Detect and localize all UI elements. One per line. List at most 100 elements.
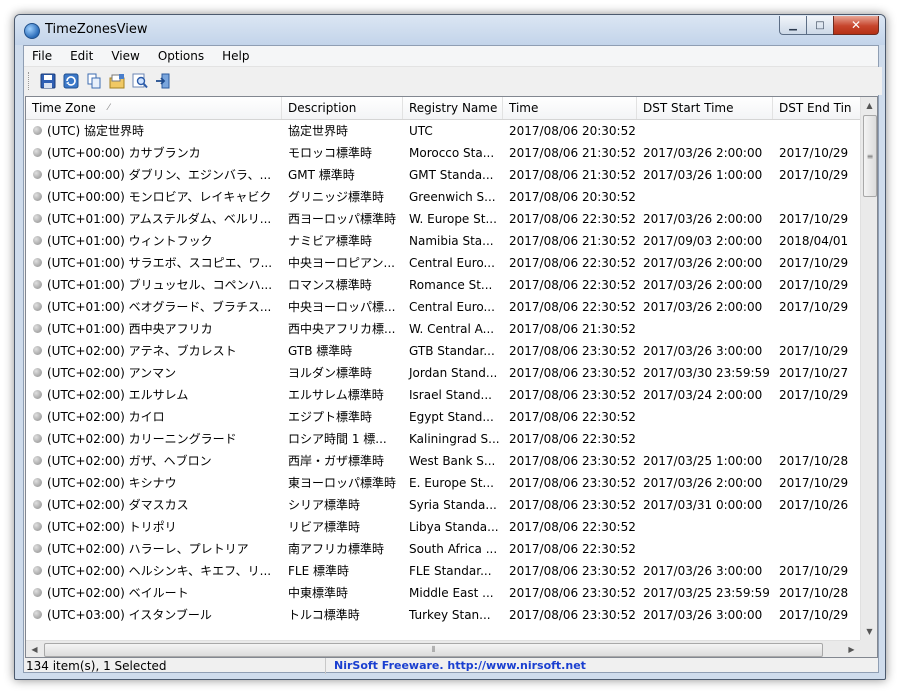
column-label: Time Zone <box>32 101 96 115</box>
cell-time: 2017/08/06 23:30:52 <box>509 498 636 512</box>
menu-help[interactable]: Help <box>213 46 258 66</box>
table-row[interactable]: (UTC+01:00) ブリュッセル、コペンハ... ロマンス標準時 Romance… <box>26 274 860 296</box>
menu-view[interactable]: View <box>102 46 148 66</box>
cell-text: (UTC+02:00) エルサレム <box>47 388 189 402</box>
maximize-button[interactable]: □ <box>806 16 833 35</box>
cell-description: 南アフリカ標準時 <box>288 542 385 556</box>
cell-time: 2017/08/06 23:30:52 <box>509 366 636 380</box>
cell-dst-start: 2017/03/24 2:00:00 <box>643 388 763 402</box>
timezone-dot-icon <box>33 324 42 333</box>
cell-registry-name: E. Europe St... <box>409 476 494 490</box>
table-row[interactable]: (UTC+02:00) エルサレム エルサレム標準時 Israel Stand...… <box>26 384 860 406</box>
vertical-scroll-thumb[interactable]: ≡ <box>863 115 877 197</box>
timezone-dot-icon <box>33 346 42 355</box>
table-row[interactable]: (UTC+01:00) ウィントフック ナミビア標準時 Namibia Sta...… <box>26 230 860 252</box>
status-item-count: 134 item(s), 1 Selected <box>26 659 167 673</box>
cell-time-zone: (UTC+00:00) ダブリン、エジンバラ、... <box>26 164 282 186</box>
table-row[interactable]: (UTC+02:00) ダマスカス シリア標準時 Syria Standa... 20… <box>26 494 860 516</box>
table-row[interactable]: (UTC+00:00) ダブリン、エジンバラ、... GMT 標準時 GMT Sta… <box>26 164 860 186</box>
cell-dst-start <box>637 406 773 428</box>
column-header-registry-name[interactable]: Registry Name <box>403 97 503 119</box>
table-row[interactable]: (UTC+01:00) アムステルダム、ベルリ... 西ヨーロッパ標準時 W. Eu… <box>26 208 860 230</box>
timezone-dot-icon <box>33 170 42 179</box>
table-row[interactable]: (UTC+02:00) カリーニングラード ロシア時間 1 標... Kalinin… <box>26 428 860 450</box>
properties-button[interactable] <box>107 71 127 91</box>
close-button[interactable]: ✕ <box>833 16 879 35</box>
cell-time: 2017/08/06 23:30:52 <box>509 454 636 468</box>
table-row[interactable]: (UTC+02:00) カイロ エジプト標準時 Egypt Stand... 2017… <box>26 406 860 428</box>
table-row[interactable]: (UTC+03:00) イスタンブール トルコ標準時 Turkey Stan... 2… <box>26 604 860 626</box>
menu-options[interactable]: Options <box>149 46 213 66</box>
scroll-down-arrow-icon[interactable]: ▼ <box>861 623 877 640</box>
table-row[interactable]: (UTC+00:00) カサブランカ モロッコ標準時 Morocco Sta... 2… <box>26 142 860 164</box>
column-header-dst-end[interactable]: DST End Tin <box>773 97 860 119</box>
cell-registry-name: GMT Standa... <box>409 168 494 182</box>
cell-dst-end: 2017/10/29 <box>779 278 849 292</box>
minimize-button[interactable]: ▁ <box>779 16 806 35</box>
timezone-list[interactable]: Time Zone ⁄ Description Registry Name Ti… <box>25 96 878 658</box>
refresh-button[interactable] <box>61 71 81 91</box>
table-row[interactable]: (UTC+02:00) ハラーレ、プレトリア 南アフリカ標準時 South Afri… <box>26 538 860 560</box>
cell-description: エジプト標準時 <box>288 410 373 424</box>
column-header-time-zone[interactable]: Time Zone ⁄ <box>26 97 282 119</box>
copy-button[interactable] <box>84 71 104 91</box>
copy-icon <box>87 73 101 89</box>
table-row[interactable]: (UTC+02:00) ヘルシンキ、キエフ、リ... FLE 標準時 FLE Sta… <box>26 560 860 582</box>
cell-description: ロマンス標準時 <box>288 278 372 292</box>
cell-dst-end: 2017/10/29 <box>779 564 849 578</box>
cell-registry-name: Namibia Sta... <box>409 234 494 248</box>
scroll-right-arrow-icon[interactable]: ▶ <box>843 641 860 657</box>
table-row[interactable]: (UTC+02:00) アテネ、ブカレスト GTB 標準時 GTB Standar.… <box>26 340 860 362</box>
cell-text: (UTC+02:00) ベイルート <box>47 586 189 600</box>
table-row[interactable]: (UTC+01:00) ベオグラード、ブラチス... 中央ヨーロッパ標... Cen… <box>26 296 860 318</box>
cell-time: 2017/08/06 22:30:52 <box>509 520 636 534</box>
cell-dst-end: 2017/10/29 <box>779 256 849 270</box>
cell-time-zone: (UTC+02:00) ダマスカス <box>26 494 282 516</box>
timezone-dot-icon <box>33 126 42 135</box>
table-row[interactable]: (UTC+02:00) ベイルート 中東標準時 Middle East ... 201… <box>26 582 860 604</box>
table-row[interactable]: (UTC+02:00) キシナウ 東ヨーロッパ標準時 E. Europe St...… <box>26 472 860 494</box>
table-row[interactable]: (UTC+02:00) トリポリ リビア標準時 Libya Standa... 201… <box>26 516 860 538</box>
cell-time: 2017/08/06 23:30:52 <box>509 586 636 600</box>
timezone-dot-icon <box>33 566 42 575</box>
cell-time-zone: (UTC+03:00) イスタンブール <box>26 604 282 626</box>
timezone-dot-icon <box>33 434 42 443</box>
table-row[interactable]: (UTC+02:00) ガザ、ヘブロン 西岸・ガザ標準時 West Bank S..… <box>26 450 860 472</box>
cell-registry-name: Romance St... <box>409 278 493 292</box>
vertical-scrollbar[interactable]: ▲ ≡ ▼ <box>860 97 877 640</box>
column-header-description[interactable]: Description <box>282 97 403 119</box>
cell-time-zone: (UTC+02:00) エルサレム <box>26 384 282 406</box>
column-header-dst-start[interactable]: DST Start Time <box>637 97 773 119</box>
timezone-dot-icon <box>33 390 42 399</box>
status-bar: 134 item(s), 1 Selected NirSoft Freeware… <box>24 658 878 674</box>
title-bar[interactable]: TimeZonesView ▁ □ ✕ <box>15 15 885 45</box>
table-row[interactable]: (UTC+01:00) サラエボ、スコピエ、ワ... 中央ヨーロピアン... Cen… <box>26 252 860 274</box>
cell-time-zone: (UTC+01:00) 西中央アフリカ <box>26 318 282 340</box>
exit-button[interactable] <box>153 71 173 91</box>
cell-dst-start: 2017/03/26 3:00:00 <box>643 608 763 622</box>
list-header: Time Zone ⁄ Description Registry Name Ti… <box>26 97 860 120</box>
cell-description: GMT 標準時 <box>288 168 355 182</box>
menu-edit[interactable]: Edit <box>61 46 102 66</box>
table-row[interactable]: (UTC+01:00) 西中央アフリカ 西中央アフリカ標... W. Central… <box>26 318 860 340</box>
cell-text: (UTC+01:00) ウィントフック <box>47 234 213 248</box>
maximize-icon: □ <box>815 19 825 31</box>
table-row[interactable]: (UTC+02:00) アンマン ヨルダン標準時 Jordan Stand... 20… <box>26 362 860 384</box>
nirsoft-link[interactable]: NirSoft Freeware. http://www.nirsoft.net <box>334 658 586 674</box>
cell-dst-start <box>637 428 773 450</box>
save-button[interactable] <box>38 71 58 91</box>
menu-file[interactable]: File <box>24 46 61 66</box>
cell-text: (UTC+02:00) ヘルシンキ、キエフ、リ... <box>47 564 272 578</box>
scroll-left-arrow-icon[interactable]: ◀ <box>26 641 43 657</box>
scroll-up-arrow-icon[interactable]: ▲ <box>861 97 877 114</box>
cell-dst-end: 2017/10/29 <box>779 146 849 160</box>
table-row[interactable]: (UTC) 協定世界時 協定世界時 UTC 2017/08/06 20:30:52 <box>26 120 860 142</box>
timezone-dot-icon <box>33 588 42 597</box>
cell-text: (UTC+02:00) ガザ、ヘブロン <box>47 454 212 468</box>
horizontal-scrollbar[interactable]: ◀ ⦀ ▶ <box>26 640 860 657</box>
find-button[interactable] <box>130 71 150 91</box>
cell-dst-end: 2017/10/29 <box>779 344 849 358</box>
table-row[interactable]: (UTC+00:00) モンロビア、レイキャビク グリニッジ標準時 Greenwic… <box>26 186 860 208</box>
column-header-time[interactable]: Time <box>503 97 637 119</box>
horizontal-scroll-thumb[interactable]: ⦀ <box>44 643 823 657</box>
